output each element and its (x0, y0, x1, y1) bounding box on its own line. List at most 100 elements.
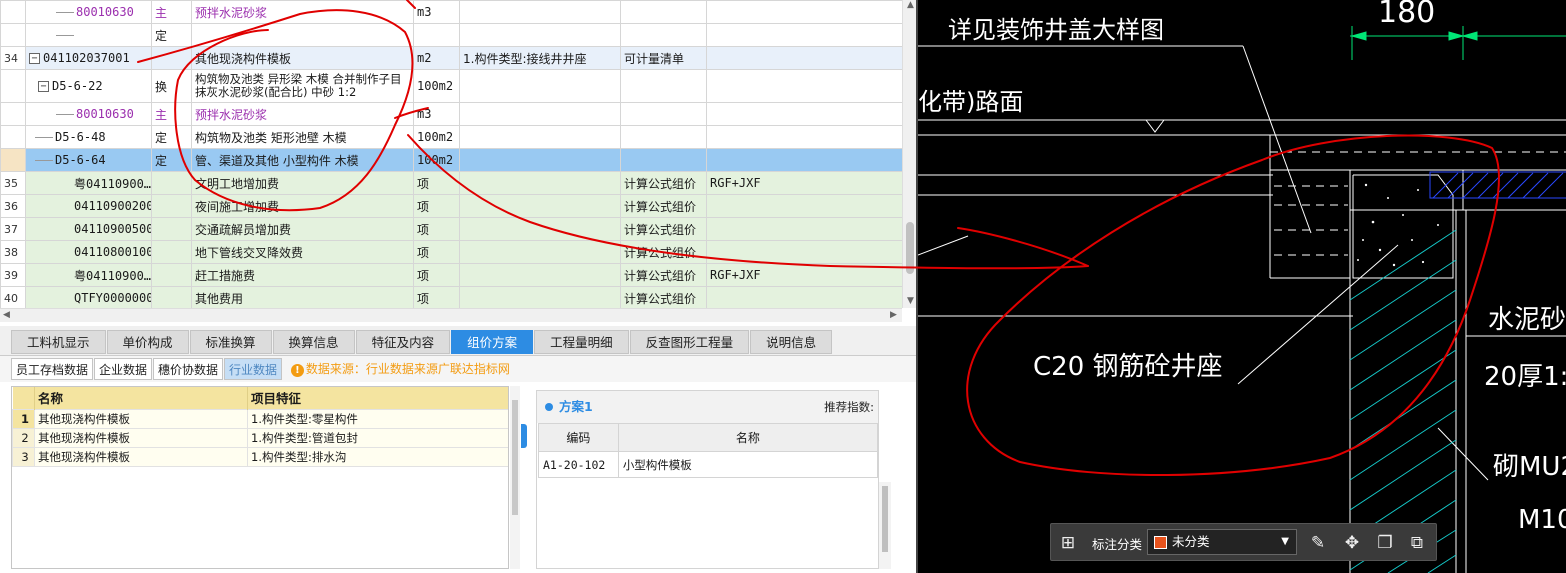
row-code[interactable]: D5-6-64 (25, 148, 152, 172)
row-code[interactable] (25, 23, 152, 47)
row-type-text: 定 (155, 130, 168, 145)
plan-scroll-thumb[interactable] (882, 486, 888, 552)
collapse-toggle-icon[interactable]: − (38, 81, 49, 92)
row-code[interactable]: 041108001001 (25, 240, 152, 264)
plan-scrollbar[interactable] (879, 482, 891, 569)
grid-vertical-scrollbar[interactable]: ▲ ▼ (902, 0, 916, 308)
bill-row[interactable]: 35 粤04110900… 文明工地增加费 项 计算公式组价 RGF+JXF (0, 171, 902, 195)
row-type (151, 240, 192, 264)
similar-item-name: 其他现浇构件模板 (34, 427, 248, 448)
row-type-text: 定 (155, 28, 168, 43)
row-number-text: 34 (4, 51, 18, 65)
copy-icon[interactable]: ❐ (1374, 532, 1396, 554)
grid-menu-icon[interactable]: ⊞ (1057, 532, 1079, 554)
tab-staff-archive[interactable]: 员工存档数据 (11, 358, 94, 380)
row-name-text: 其他费用 (195, 291, 244, 306)
cad-thick-text: 20厚1:2 (1484, 362, 1566, 392)
bill-row[interactable]: 80010630 主 预拌水泥砂浆 m3 (0, 0, 902, 24)
collapse-toggle-icon[interactable]: − (29, 53, 40, 64)
row-feature (459, 0, 621, 24)
plan-row[interactable]: A1-20-102 小型构件模板 (538, 451, 879, 478)
row-code[interactable]: 粤04110900… (25, 263, 152, 287)
row-formula-text: RGF+JXF (710, 268, 761, 282)
row-code[interactable]: − D5-6-22 (25, 69, 152, 103)
bill-row[interactable]: D5-6-64 定 管、渠道及其他 小型构件 木模 100m2 (0, 148, 902, 172)
bill-row[interactable]: 定 (0, 23, 902, 47)
col-index-header (12, 387, 35, 409)
tab-conversion-info[interactable]: 换算信息 (272, 330, 355, 354)
cad-concrete-outline (1352, 174, 1454, 279)
row-formula (706, 240, 902, 264)
row-method (620, 102, 707, 126)
move-icon[interactable]: ✥ (1341, 532, 1363, 554)
row-code[interactable]: 80010630 (25, 102, 152, 126)
source-note: ! 数据来源：行业数据来源广联达指标网 (290, 358, 510, 380)
bill-row[interactable]: 37 041109005001 交通疏解员增加费 项 计算公式组价 (0, 217, 902, 241)
grid-horizontal-scrollbar[interactable]: ◀ ▶ (0, 308, 902, 322)
tab-standard-conversion[interactable]: 标准换算 (189, 330, 272, 354)
tree-connector (35, 160, 53, 161)
row-unit: m2 (413, 46, 460, 70)
row-number: 37 (0, 217, 26, 241)
row-type-text: 主 (155, 107, 168, 122)
category-selected-value: 未分类 (1172, 534, 1210, 549)
bill-row[interactable]: D5-6-48 定 构筑物及池类 矩形池壁 木模 100m2 (0, 125, 902, 149)
estimate-pane: 80010630 主预拌水泥砂浆 m3 定 34−041102037001 其他现浇构件模… (0, 0, 916, 573)
tab-reverse-quantity[interactable]: 反查图形工程量 (629, 330, 750, 354)
row-type (151, 194, 192, 218)
panel-collapse-handle[interactable] (521, 424, 527, 448)
bill-row[interactable]: 38 041108001001 地下管线交叉降效费 项 计算公式组价 (0, 240, 902, 264)
row-code[interactable]: 80010630 (25, 0, 152, 24)
row-method (620, 0, 707, 24)
row-code[interactable]: −041102037001 (25, 46, 152, 70)
row-number: 34 (0, 46, 26, 70)
row-number-text: 37 (4, 222, 18, 236)
row-method: 计算公式组价 (620, 194, 707, 218)
row-name-text: 预拌水泥砂浆 (195, 5, 268, 20)
tab-material-machine[interactable]: 工料机显示 (11, 330, 106, 354)
plan-row-code: A1-20-102 (538, 451, 619, 478)
tab-industry-data[interactable]: 行业数据 (224, 358, 283, 380)
bill-row[interactable]: 80010630 主 预拌水泥砂浆 m3 (0, 102, 902, 126)
row-name: 预拌水泥砂浆 (191, 0, 414, 24)
tab-unit-price[interactable]: 单价构成 (106, 330, 189, 354)
bill-row[interactable]: − D5-6-22 换构筑物及池类 异形梁 木模 合并制作子目 抹灰水泥砂浆(配合比… (0, 69, 902, 103)
row-name: 地下管线交叉降效费 (191, 240, 414, 264)
bill-table: 80010630 主预拌水泥砂浆 m3 定 34−041102037001 其他现浇构件模… (0, 0, 902, 308)
markup-category-select[interactable]: 未分类 ▼ (1147, 529, 1297, 555)
plan-title: 方案1 (559, 399, 593, 414)
row-code[interactable]: QTFY00000001 (25, 286, 152, 308)
cad-dimension (1350, 26, 1566, 60)
tab-association-data[interactable]: 穗价协数据 (153, 358, 224, 380)
bill-row[interactable]: 36 041109002001 夜间施工增加费 项 计算公式组价 (0, 194, 902, 218)
similar-item-row[interactable]: 3 其他现浇构件模板 1.构件类型:排水沟 (12, 446, 508, 467)
row-code-text: 041102037001 (43, 51, 130, 65)
paste-icon[interactable]: ⧉ (1406, 532, 1428, 554)
tab-pricing-plan[interactable]: 组价方案 (451, 330, 534, 354)
row-unit-text: 100m2 (417, 130, 454, 144)
similar-item-row[interactable]: 2 其他现浇构件模板 1.构件类型:管道包封 (12, 427, 508, 448)
cad-drawing-view[interactable]: 180 详见装饰井盖大样图 化带)路面 C20 钢筋砼井座 水泥砂浆 20厚1:… (916, 0, 1566, 573)
tab-description[interactable]: 说明信息 (750, 330, 833, 354)
tab-quantity-detail[interactable]: 工程量明细 (534, 330, 629, 354)
row-name: 文明工地增加费 (191, 171, 414, 195)
row-code[interactable]: 041109002001 (25, 194, 152, 218)
similar-items-scroll-thumb[interactable] (512, 400, 518, 515)
similar-item-row[interactable]: 1 其他现浇构件模板 1.构件类型:零星构件 (12, 408, 508, 429)
row-unit-text: 项 (417, 199, 430, 214)
row-code[interactable]: D5-6-48 (25, 125, 152, 149)
bill-row[interactable]: 34−041102037001 其他现浇构件模板 m2 1.构件类型:接线井井座 可计量… (0, 46, 902, 70)
row-type-text: 换 (155, 79, 168, 94)
tab-enterprise-data[interactable]: 企业数据 (94, 358, 153, 380)
row-code[interactable]: 粤04110900… (25, 171, 152, 195)
row-code-text: D5-6-48 (55, 130, 106, 144)
similar-items-scrollbar[interactable] (510, 386, 520, 569)
similar-item-name: 其他现浇构件模板 (34, 408, 248, 429)
grid-vscroll-thumb[interactable] (906, 222, 914, 274)
bill-row[interactable]: 39 粤04110900… 赶工措施费 项 计算公式组价 RGF+JXF (0, 263, 902, 287)
row-code[interactable]: 041109005001 (25, 217, 152, 241)
bill-row[interactable]: 40 QTFY00000001 其他费用 项 计算公式组价 (0, 286, 902, 308)
tab-features[interactable]: 特征及内容 (355, 330, 451, 354)
edit-icon[interactable]: ✎ (1307, 532, 1329, 554)
row-unit-text: 项 (417, 222, 430, 237)
